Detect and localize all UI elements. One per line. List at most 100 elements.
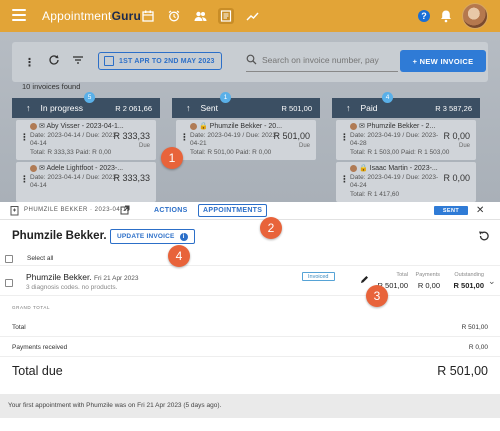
card-totals: Total: R 1 503,00 Paid: R 1 503,00 [350,149,450,156]
payments-header: Payments [415,272,440,278]
card-dates: Date: 2023-04-19 / Due: 2023- [190,132,279,139]
card-totals: Total: R 501,00 Paid: R 0,00 [190,149,272,156]
more-vert-icon[interactable]: ⋮ [20,132,29,143]
invoice-icon[interactable] [218,8,234,24]
panel-header: PHUMZILE BEKKER · 2023-04-19 ACTIONS APP… [0,202,500,220]
column-amount: R 3 587,26 [435,103,472,113]
edit-pencil-icon[interactable] [360,275,369,286]
invoice-card[interactable]: ⋮ ✉ Aby Visser - 2023-04-1... Date: 2023… [16,120,156,160]
people-icon[interactable] [192,8,208,24]
payments-value: R 0,00 [417,281,440,290]
info-icon[interactable]: i [179,232,188,241]
card-due-label: Due [138,143,150,149]
payments-label: Payments received [12,344,68,351]
card-person: ✉ Phumzile Bekker - 2... [350,122,435,130]
marker-2: 2 [260,217,282,239]
filter-icon[interactable] [72,54,84,68]
refresh-icon[interactable] [48,54,60,68]
arrow-up-icon[interactable]: ↑ [186,103,191,113]
invoices-found-count: 10 invoices found [22,82,81,91]
column-in-progress: ↑ In progress R 2 061,66 5 ⋮ ✉ Aby Visse… [12,92,160,202]
undo-icon[interactable] [478,230,490,244]
outstanding-header: Outstanding [454,272,484,278]
marker-4: 4 [168,245,190,267]
date-range-button[interactable]: 1ST APR TO 2ND MAY 2023 [98,52,222,70]
new-invoice-button[interactable]: + NEW INVOICE [400,50,486,72]
count-badge: 1 [220,92,231,103]
card-value: R 333,33 [113,173,150,183]
card-due-date: 04-14 [30,140,47,147]
more-vert-icon[interactable]: ⋮ [340,132,349,143]
card-due-date: 04-14 [30,182,47,189]
card-value: R 0,00 [443,173,470,183]
card-person: 🔒 Phumzile Bekker - 20... [190,122,282,130]
select-all-checkbox[interactable] [5,255,13,263]
user-avatar[interactable] [462,3,488,29]
more-vert-icon[interactable]: ⋮ [24,56,35,69]
card-value: R 333,33 [113,131,150,141]
invoice-search [246,50,398,72]
calendar-icon[interactable] [140,8,156,24]
total-label: Total [12,324,26,331]
more-vert-icon[interactable]: ⋮ [340,174,349,185]
invoice-card[interactable]: ⋮ 🔒 Isaac Martin - 2023-... Date: 2023-0… [336,162,476,202]
column-header[interactable]: ↑ Paid R 3 587,26 4 [332,92,480,118]
update-invoice-label: UPDATE INVOICE [117,233,175,240]
avatar [30,164,37,172]
app-bar: AppointmentGuru ? [0,0,500,32]
chevron-down-icon[interactable]: ⌄ [488,276,496,287]
column-title: Paid [360,103,378,113]
card-value: R 501,00 [273,131,310,141]
invoice-card[interactable]: ⋮ ✉ Phumzile Bekker - 2... Date: 2023-04… [336,120,476,160]
document-add-icon [10,205,20,218]
select-all-label: Select all [27,255,54,262]
select-all-row: Select all [0,252,500,266]
appointment-title: Phumzile Bekker. Fri 21 Apr 2023 [26,272,139,282]
invoice-card[interactable]: ⋮ ✉ Adele Lightfoot - 2023-... Date: 202… [16,162,156,202]
panel-title: PHUMZILE BEKKER · 2023-04-19 [24,207,131,213]
update-invoice-button[interactable]: UPDATE INVOICE i [110,229,195,244]
arrow-up-icon[interactable]: ↑ [346,103,351,113]
grand-total-label: GRAND TOTAL [12,305,51,310]
column-header[interactable]: ↑ In progress R 2 061,66 5 [12,92,160,118]
help-icon[interactable]: ? [418,10,430,22]
count-badge: 4 [382,92,393,103]
tab-actions[interactable]: ACTIONS [150,204,192,217]
invoice-detail-panel: PHUMZILE BEKKER · 2023-04-19 ACTIONS APP… [0,202,500,431]
more-vert-icon[interactable]: ⋮ [180,132,189,143]
invoiced-badge: Invoiced [302,272,335,281]
card-totals: Total: R 333,33 Paid: R 0,00 [30,149,112,156]
invoice-card[interactable]: ⋮ 🔒 Phumzile Bekker - 20... Date: 2023-0… [176,120,316,160]
column-header[interactable]: ↑ Sent R 501,00 1 [172,92,320,118]
menu-icon[interactable] [12,9,26,23]
appointment-checkbox[interactable] [5,279,13,287]
count-badge: 5 [84,92,95,103]
card-value: R 0,00 [443,131,470,141]
card-person: ✉ Adele Lightfoot - 2023-... [30,164,123,172]
avatar [350,122,357,130]
first-appointment-note: Your first appointment with Phumzile was… [0,394,500,418]
appointment-summary: 3 diagnosis codes. no products. [26,284,118,291]
invoices-toolbar: ⋮ 1ST APR TO 2ND MAY 2023 + NEW INVOICE [12,42,488,82]
arrow-up-icon[interactable]: ↑ [26,103,31,113]
date-range-label: 1ST APR TO 2ND MAY 2023 [119,57,215,65]
total-due-amount: R 501,00 [437,364,488,378]
open-external-icon[interactable] [120,205,130,217]
trend-icon[interactable] [244,8,260,24]
bell-icon[interactable] [440,9,452,25]
search-input[interactable] [262,53,396,67]
avatar [30,122,37,130]
alarm-icon[interactable] [166,8,182,24]
column-amount: R 2 061,66 [115,103,152,113]
app-brand[interactable]: AppointmentGuru [42,9,141,23]
close-icon[interactable]: ✕ [476,205,484,216]
total-amount: R 501,00 [461,324,488,331]
avatar [350,164,357,172]
card-due-date: 04-21 [190,140,207,147]
card-person: ✉ Aby Visser - 2023-04-1... [30,122,124,130]
more-vert-icon[interactable]: ⋮ [20,174,29,185]
payments-row: Payments received R 0,00 [12,344,488,351]
card-due-label: Due [458,143,470,149]
appointment-row[interactable]: Phumzile Bekker. Fri 21 Apr 2023 3 diagn… [0,268,500,296]
tab-appointments[interactable]: APPOINTMENTS [198,204,268,217]
